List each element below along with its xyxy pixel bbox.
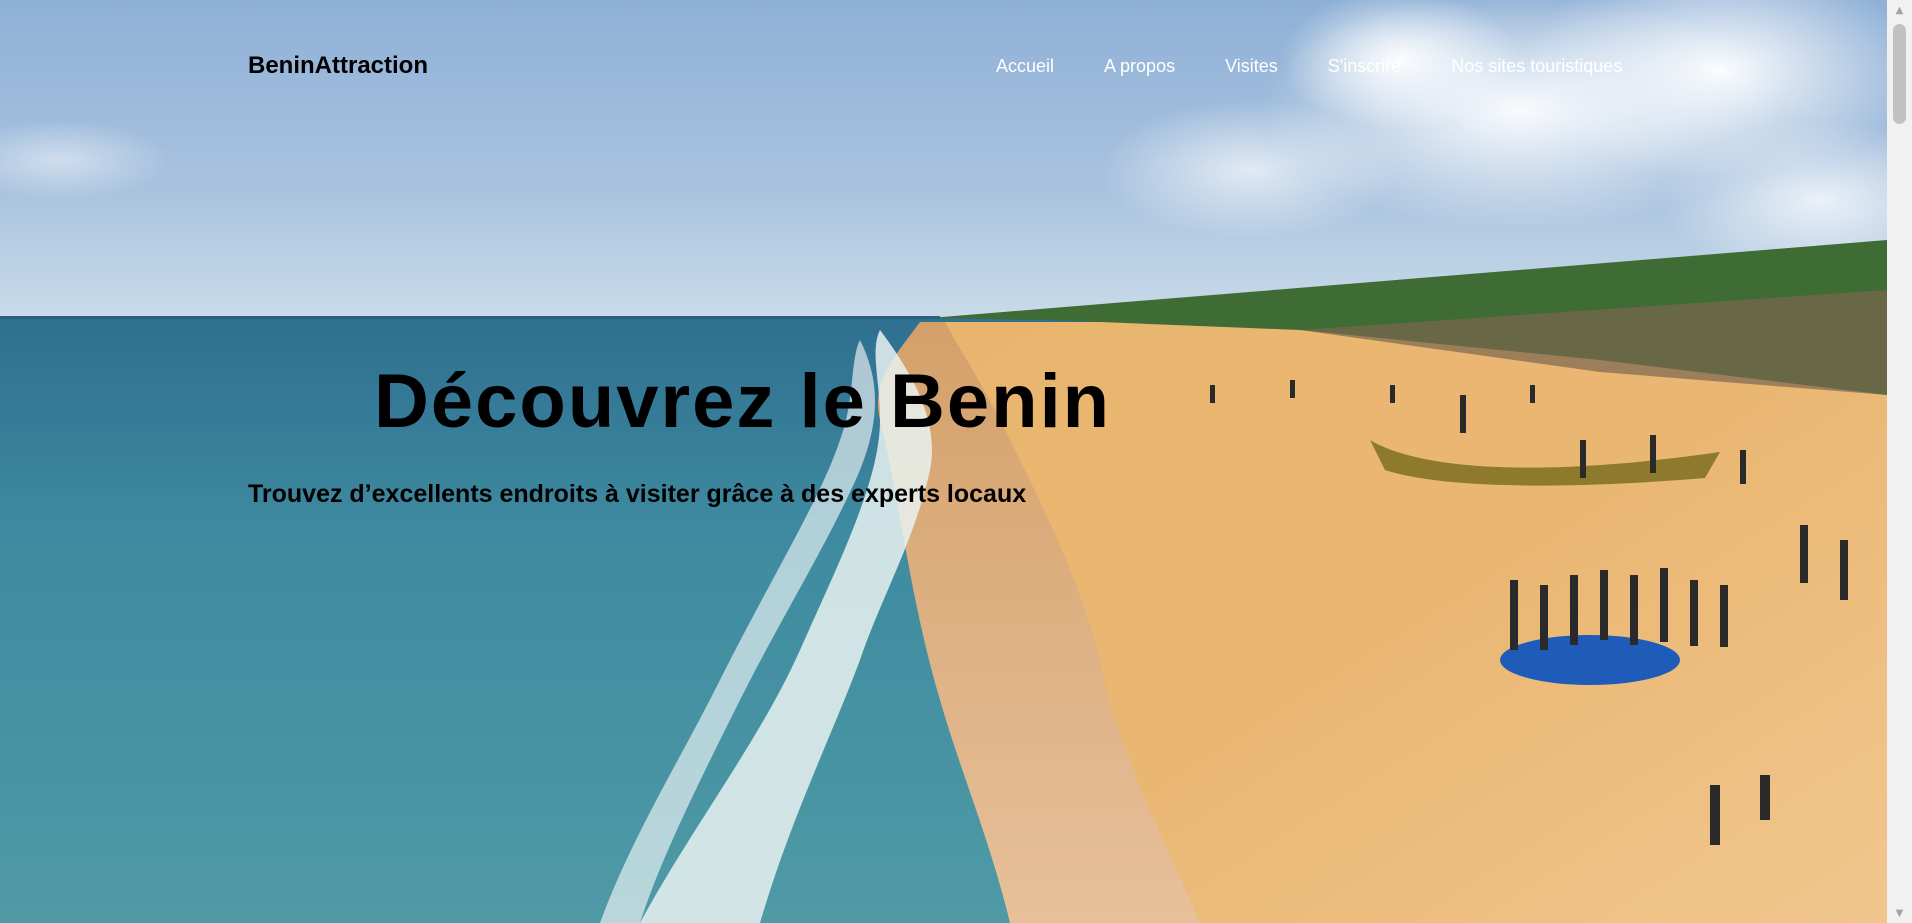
brand-logo-link[interactable]: BeninAttraction bbox=[248, 52, 428, 80]
scrollbar-thumb[interactable] bbox=[1893, 24, 1906, 124]
nav-link-sites-touristiques[interactable]: Nos sites touristiques bbox=[1451, 56, 1622, 77]
scroll-down-arrow-icon[interactable]: ▼ bbox=[1887, 903, 1912, 923]
nav-menu: Accueil A propos Visites S'inscrire Nos … bbox=[996, 56, 1622, 77]
nav-link-a-propos[interactable]: A propos bbox=[1104, 56, 1175, 77]
top-navigation: BeninAttraction Accueil A propos Visites… bbox=[0, 0, 1887, 135]
hero-section: BeninAttraction Accueil A propos Visites… bbox=[0, 0, 1887, 923]
scroll-up-arrow-icon[interactable]: ▲ bbox=[1887, 0, 1912, 20]
nav-link-sinscrire[interactable]: S'inscrire bbox=[1328, 56, 1401, 77]
beach-background-image bbox=[0, 0, 1887, 923]
hero-subtitle: Trouvez d’excellents endroits à visiter … bbox=[248, 480, 1027, 508]
hero-title: Découvrez le Benin bbox=[374, 359, 1112, 444]
nav-link-accueil[interactable]: Accueil bbox=[996, 56, 1054, 77]
vertical-scrollbar[interactable]: ▲ ▼ bbox=[1887, 0, 1912, 923]
nav-link-visites[interactable]: Visites bbox=[1225, 56, 1278, 77]
